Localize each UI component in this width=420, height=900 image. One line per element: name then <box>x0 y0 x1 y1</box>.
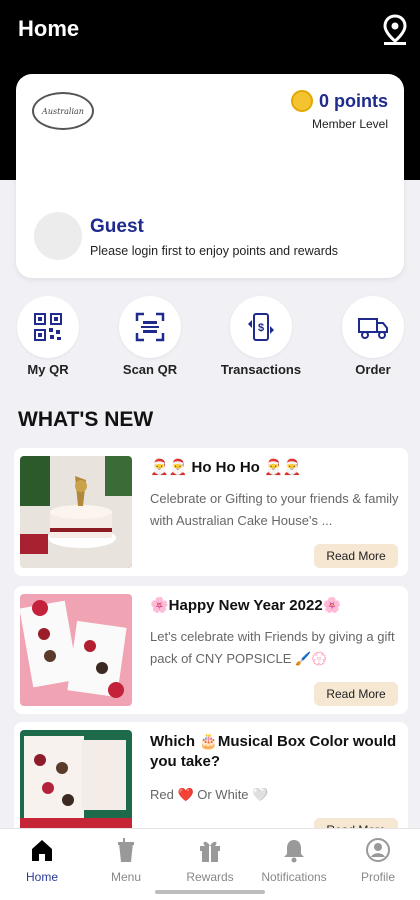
qr-code-icon <box>34 313 62 341</box>
nav-profile[interactable]: Profile <box>336 837 420 884</box>
points-display: 0 points <box>290 90 388 112</box>
member-card: Australian 0 points Member Level Guest P… <box>16 74 404 278</box>
read-more-button[interactable]: Read More <box>314 682 398 706</box>
nav-label: Home <box>25 870 58 884</box>
nav-label: Profile <box>360 870 395 884</box>
bell-icon <box>284 840 304 863</box>
svg-text:$: $ <box>258 322 264 334</box>
read-more-button[interactable]: Read More <box>314 544 398 568</box>
quick-actions: My QR Scan QR $ Transactions Order <box>0 296 420 380</box>
home-indicator <box>155 890 265 894</box>
news-card[interactable]: 🌸Happy New Year 2022🌸 Let's celebrate wi… <box>14 586 408 714</box>
member-name: Guest <box>90 216 144 237</box>
news-thumbnail <box>20 456 132 568</box>
action-my-qr[interactable]: My QR <box>3 296 93 377</box>
nav-label: Menu <box>110 870 142 884</box>
brand-logo: Australian <box>32 92 94 130</box>
nav-rewards[interactable]: Rewards <box>168 837 252 884</box>
member-level: Member Level <box>311 117 388 131</box>
nav-label: Notifications <box>261 870 327 884</box>
news-thumbnail <box>20 730 132 842</box>
action-transactions[interactable]: $ Transactions <box>216 296 306 377</box>
news-card[interactable]: 🎅🎅 Ho Ho Ho 🎅🎅 Celebrate or Gifting to y… <box>14 448 408 576</box>
news-title: 🌸Happy New Year 2022🌸 <box>150 597 342 614</box>
nav-home[interactable]: Home <box>0 837 84 884</box>
coin-icon <box>290 90 313 112</box>
action-label: Order <box>355 362 391 377</box>
action-order[interactable]: Order <box>328 296 418 377</box>
whats-new-title: WHAT'S NEW <box>18 408 154 431</box>
gift-icon <box>200 841 220 862</box>
points-value: 0 points <box>318 90 388 111</box>
action-label: Transactions <box>220 362 302 377</box>
avatar <box>34 212 82 260</box>
nav-label: Rewards <box>186 870 234 884</box>
news-thumbnail <box>20 594 132 706</box>
nav-menu[interactable]: Menu <box>84 837 168 884</box>
location-pin-icon[interactable] <box>380 14 410 46</box>
action-label: Scan QR <box>122 362 178 377</box>
news-title: 🎅🎅 Ho Ho Ho 🎅🎅 <box>150 459 302 476</box>
page-title: Home <box>18 16 80 41</box>
profile-icon <box>366 838 390 862</box>
login-hint: Please login first to enjoy points and r… <box>90 244 339 258</box>
news-title: Which 🎂Musical Box Color would you take? <box>150 733 397 770</box>
delivery-truck-icon <box>358 318 388 339</box>
transactions-icon: $ <box>248 313 274 341</box>
home-icon <box>32 840 52 861</box>
menu-cup-icon <box>118 838 134 862</box>
news-description: Celebrate or Gifting to your friends & f… <box>150 491 399 528</box>
scan-qr-icon <box>135 312 165 342</box>
action-label: My QR <box>27 362 69 377</box>
news-description: Let's celebrate with Friends by giving a… <box>150 629 395 666</box>
nav-notifications[interactable]: Notifications <box>252 837 336 884</box>
action-scan-qr[interactable]: Scan QR <box>105 296 195 377</box>
